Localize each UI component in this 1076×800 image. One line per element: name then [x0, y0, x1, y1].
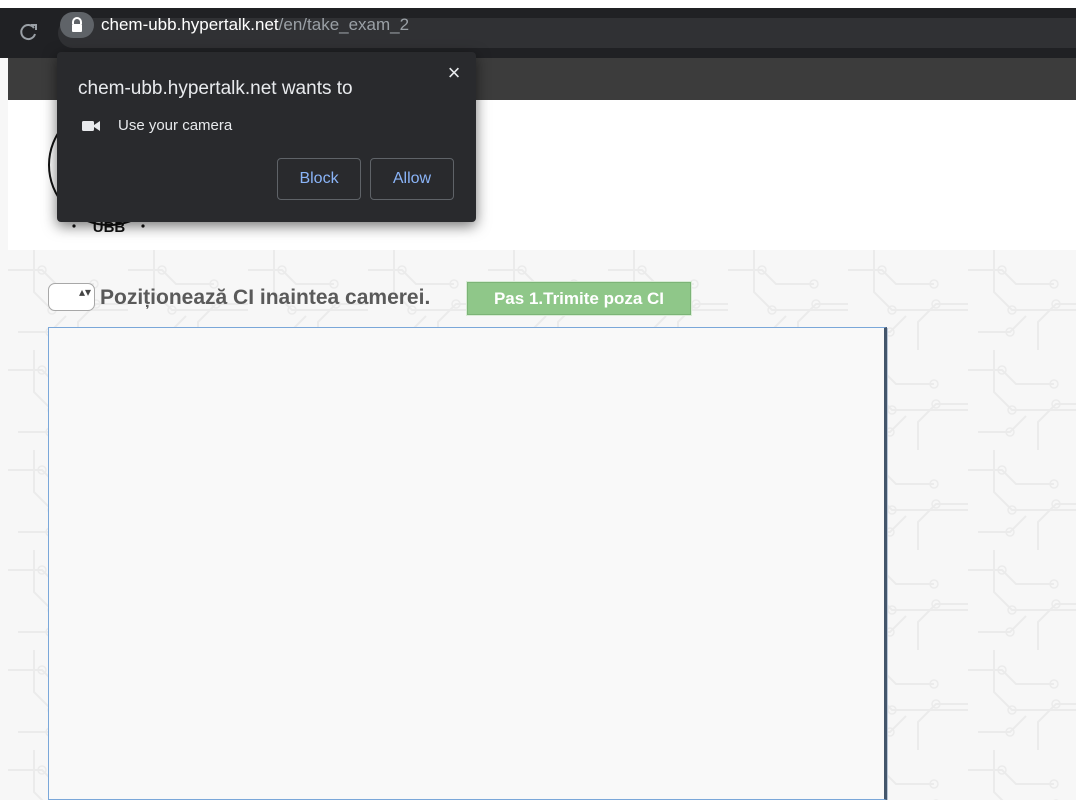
lock-icon [69, 17, 85, 33]
camera-permission-text: Use your camera [118, 117, 233, 134]
camera-permission-popup: chem-ubb.hypertalk.net wants to × Use yo… [57, 52, 476, 222]
camera-preview [48, 327, 887, 800]
url-path: /en/take_exam_2 [278, 15, 410, 34]
url-host: chem-ubb.hypertalk.net [101, 15, 279, 34]
camera-instruction: Poziționează CI inaintea camerei. [100, 286, 431, 309]
url-text[interactable]: chem-ubb.hypertalk.net/en/take_exam_2 [101, 14, 409, 36]
popup-title: chem-ubb.hypertalk.net wants to [78, 78, 353, 99]
stepper-arrows-icon: ▴▾ [79, 285, 92, 299]
close-icon[interactable]: × [443, 62, 465, 84]
camera-icon [81, 119, 101, 133]
window-top-edge [0, 0, 1076, 8]
allow-button[interactable]: Allow [370, 158, 454, 200]
block-button[interactable]: Block [277, 158, 361, 200]
reload-icon[interactable] [18, 20, 40, 42]
camera-select-stepper[interactable]: ▴▾ [48, 283, 95, 311]
send-id-photo-button[interactable]: Pas 1.Trimite poza CI [467, 282, 691, 315]
